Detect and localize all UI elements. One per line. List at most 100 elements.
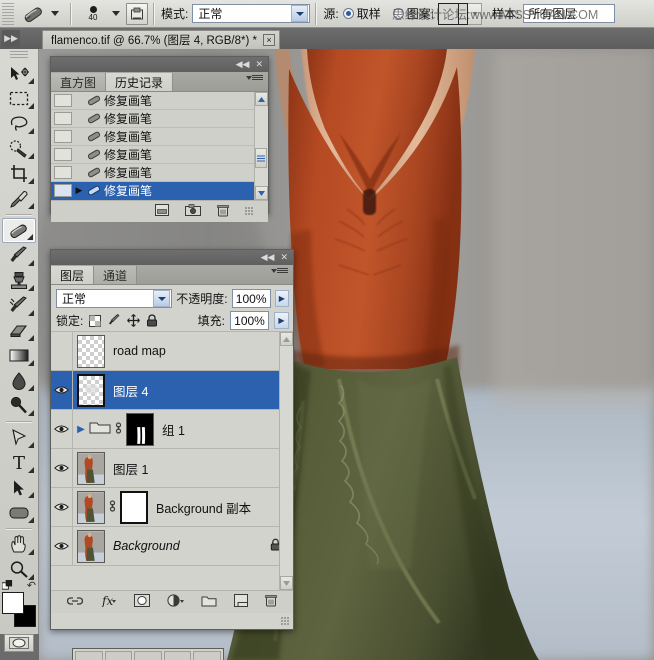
link-mask-icon[interactable] [108, 499, 117, 516]
brush-picker-chevron-icon[interactable] [112, 11, 120, 16]
partial-bottom-panel[interactable] [72, 648, 224, 660]
source-pattern-radio[interactable]: 图案: [393, 5, 434, 22]
pattern-swatch[interactable] [438, 3, 468, 25]
clone-stamp-tool[interactable] [2, 268, 36, 293]
swap-colors-icon[interactable]: ↶ [27, 579, 36, 592]
close-icon[interactable]: × [263, 34, 275, 46]
visibility-toggle[interactable] [51, 488, 73, 526]
scroll-up-button[interactable] [255, 92, 268, 106]
visibility-toggle[interactable] [51, 527, 73, 565]
history-panel-titlebar[interactable]: ◀◀ ✕ [51, 57, 268, 72]
tab-history[interactable]: 历史记录 [106, 73, 173, 91]
link-mask-icon[interactable] [114, 421, 123, 438]
history-snapshot-checkbox[interactable] [54, 184, 72, 197]
layer-thumbnail[interactable] [77, 452, 105, 485]
history-snapshot-checkbox[interactable] [54, 112, 72, 125]
tab-layers[interactable]: 图层 [51, 266, 94, 284]
crop-tool[interactable] [2, 161, 36, 186]
new-group-button[interactable] [201, 595, 217, 610]
fill-slider-button[interactable]: ▶ [274, 312, 289, 329]
lasso-tool[interactable] [2, 111, 36, 136]
visibility-toggle[interactable] [51, 449, 73, 487]
mode-chevron-icon[interactable] [291, 5, 308, 22]
fill-input[interactable]: 100% [230, 311, 269, 330]
rectangular-marquee-tool[interactable] [2, 86, 36, 111]
layer-thumbnail[interactable] [77, 374, 105, 407]
layers-panel-titlebar[interactable]: ◀◀ ✕ [51, 250, 293, 265]
scroll-up-button[interactable] [280, 332, 293, 346]
quick-mask-mode-button[interactable] [4, 634, 34, 652]
layer-row-selected[interactable]: 图层 4 [51, 371, 293, 410]
close-icon[interactable]: ✕ [255, 59, 263, 70]
scrollbar-thumb[interactable] [255, 148, 267, 168]
history-snapshot-checkbox[interactable] [54, 130, 72, 143]
healing-brush-tool[interactable] [2, 218, 36, 243]
add-layer-mask-button[interactable] [134, 594, 150, 610]
tool-preset-chevron-icon[interactable] [51, 11, 59, 16]
history-row[interactable]: 修复画笔 [51, 92, 268, 110]
panel-resize-grip[interactable] [245, 207, 254, 216]
dodge-tool[interactable] [2, 393, 36, 418]
visibility-toggle[interactable] [51, 371, 73, 409]
history-row-current[interactable]: ▶ 修复画笔 [51, 182, 268, 200]
expand-group-chevron-icon[interactable]: ▶ [73, 424, 89, 435]
eraser-tool[interactable] [2, 318, 36, 343]
collapse-to-icons-icon[interactable]: ▶▶ [2, 30, 20, 47]
tab-channels[interactable]: 通道 [94, 266, 137, 284]
history-row[interactable]: 修复画笔 [51, 128, 268, 146]
tab-histogram[interactable]: 直方图 [51, 73, 106, 91]
history-snapshot-checkbox[interactable] [54, 166, 72, 179]
layer-row-background[interactable]: Background [51, 527, 293, 566]
gradient-tool[interactable] [2, 343, 36, 368]
visibility-toggle[interactable] [51, 332, 73, 370]
toolbox-grip[interactable] [10, 51, 28, 60]
eyedropper-tool[interactable] [2, 186, 36, 211]
history-snapshot-checkbox[interactable] [54, 148, 72, 161]
lock-transparent-pixels-button[interactable] [88, 314, 102, 328]
close-icon[interactable]: ✕ [280, 252, 288, 263]
layer-row-layer1[interactable]: 图层 1 [51, 449, 293, 488]
document-tab[interactable]: flamenco.tif @ 66.7% (图层 4, RGB/8*) * × [42, 30, 280, 49]
new-adjustment-layer-button[interactable] [167, 594, 184, 610]
collapse-icon[interactable]: ◀◀ [236, 59, 250, 70]
history-scrollbar[interactable] [254, 92, 268, 200]
opacity-input[interactable]: 100% [232, 289, 271, 308]
sample-select[interactable]: 所有图层 [523, 4, 615, 23]
lock-position-button[interactable] [126, 314, 140, 328]
bottom-panel-cell[interactable] [134, 651, 162, 660]
panel-menu-icon[interactable] [252, 75, 263, 80]
scroll-down-button[interactable] [280, 576, 293, 590]
new-document-from-state-button[interactable] [155, 204, 169, 219]
scroll-down-button[interactable] [255, 186, 268, 200]
source-sampled-radio[interactable]: 取样 [343, 5, 381, 22]
layers-scrollbar[interactable] [279, 332, 293, 590]
quick-selection-tool[interactable] [2, 136, 36, 161]
default-colors-icon[interactable] [2, 580, 13, 591]
layer-thumbnail[interactable] [77, 530, 105, 563]
new-snapshot-button[interactable] [185, 204, 201, 219]
delete-layer-button[interactable] [265, 594, 277, 610]
layer-mask-thumbnail[interactable] [120, 491, 148, 524]
hand-tool[interactable] [2, 532, 36, 557]
layer-row-road-map[interactable]: road map [51, 332, 293, 371]
link-layers-button[interactable] [67, 595, 83, 609]
new-layer-button[interactable] [234, 594, 248, 610]
foreground-background-color[interactable]: ↶ [2, 592, 36, 628]
opacity-slider-button[interactable]: ▶ [275, 290, 289, 307]
pen-tool[interactable] [2, 425, 36, 450]
bottom-panel-cell[interactable] [193, 651, 221, 660]
foreground-color-swatch[interactable] [2, 592, 24, 614]
layer-thumbnail[interactable] [77, 335, 105, 368]
panel-menu-icon[interactable] [277, 268, 288, 273]
bottom-panel-cell[interactable] [75, 651, 103, 660]
bottom-panel-cell[interactable] [105, 651, 133, 660]
healing-brush-icon[interactable] [17, 3, 51, 25]
blend-mode-select[interactable]: 正常 [56, 289, 172, 308]
clone-source-panel-icon[interactable] [126, 3, 148, 25]
panel-resize-grip[interactable] [281, 617, 290, 626]
blur-tool[interactable] [2, 368, 36, 393]
history-brush-tool[interactable] [2, 293, 36, 318]
layer-row-background-copy[interactable]: Background 副本 [51, 488, 293, 527]
mode-select[interactable]: 正常 [192, 4, 310, 23]
rounded-rectangle-tool[interactable] [2, 500, 36, 525]
